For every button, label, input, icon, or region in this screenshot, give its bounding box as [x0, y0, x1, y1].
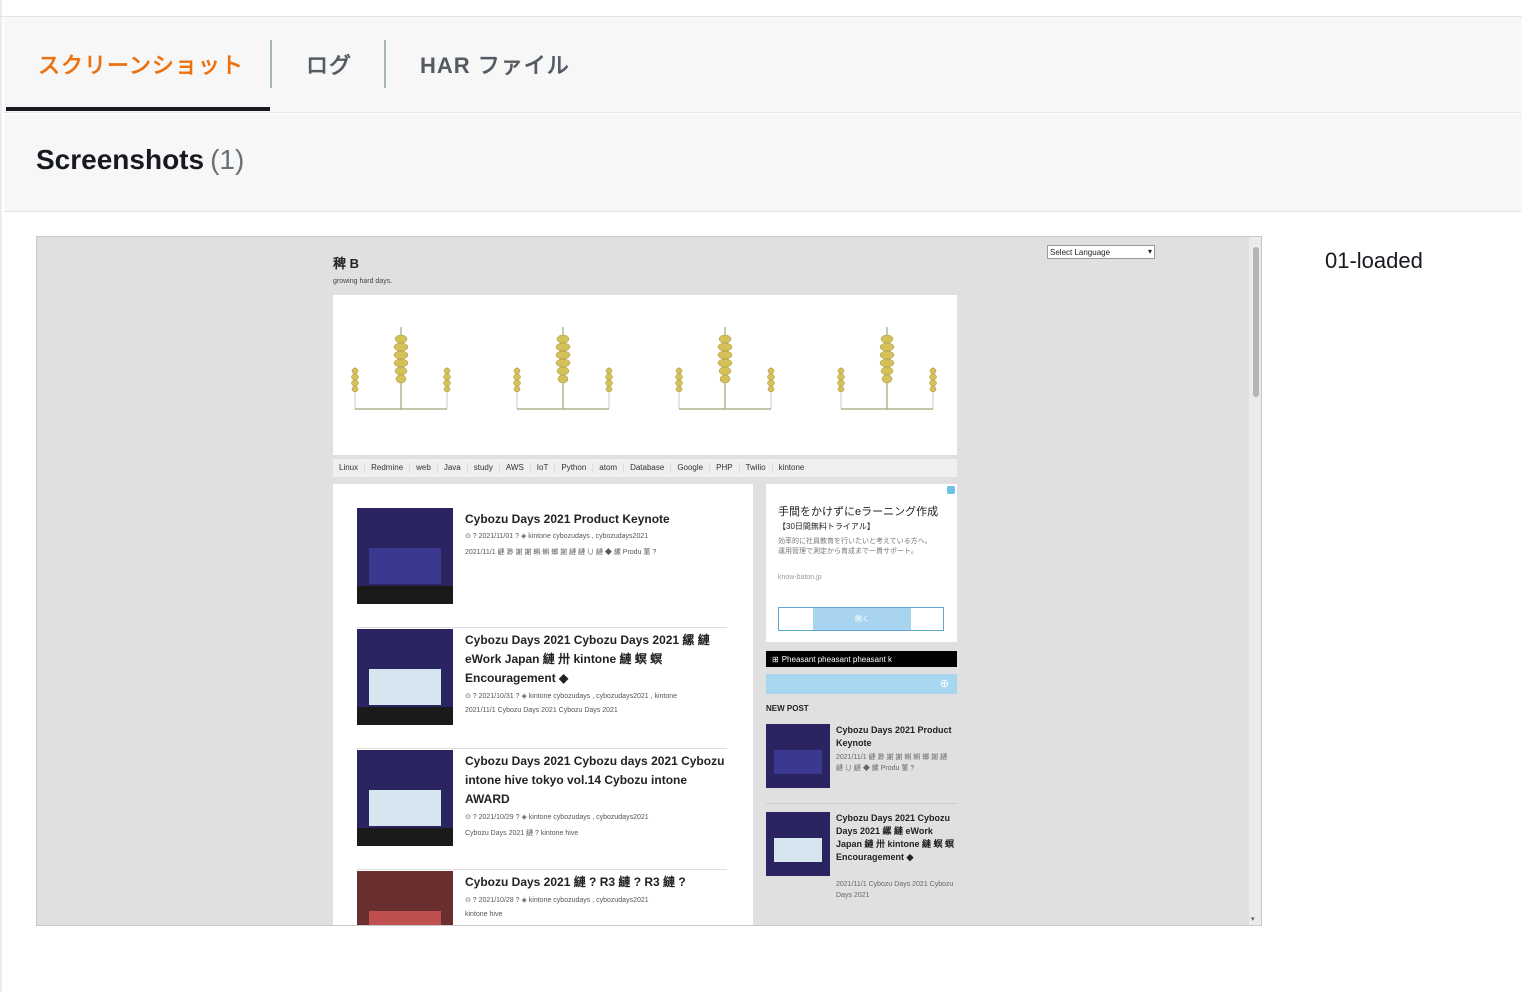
- wheat-illustration: [675, 327, 775, 410]
- post-excerpt: Cybozu Days 2021 縺 ? kintone hive: [465, 830, 579, 837]
- nav-item: IoT: [531, 463, 556, 473]
- post-thumbnail: [357, 508, 453, 604]
- post-item: Cybozu Days 2021 Cybozu Days 2021 縲 縺 eW…: [357, 629, 727, 749]
- wheat-illustration: [513, 327, 613, 410]
- tab-bar: スクリーンショット ログ HAR ファイル: [4, 17, 1522, 113]
- site-nav: Linux Redmine web Java study AWS IoT Pyt…: [333, 459, 957, 477]
- nav-item: web: [410, 463, 438, 473]
- nav-item: Java: [438, 463, 468, 473]
- new-post-item: Cybozu Days 2021 Product Keynote 2021/11…: [766, 724, 957, 804]
- section-title: Screenshots (1): [36, 144, 244, 176]
- post-item: Cybozu Days 2021 縺 ? R3 縺 ? R3 縺 ? ⊙ ? 2…: [357, 871, 727, 925]
- section-title-text: Screenshots: [36, 144, 205, 175]
- site-tagline: growing hard days.: [333, 278, 393, 285]
- nav-item: Google: [671, 463, 711, 473]
- search-icon: ⊕: [939, 678, 949, 690]
- screenshot-image[interactable]: 稗 B growing hard days. Select Language ▾: [36, 236, 1262, 926]
- active-tab-indicator: [6, 107, 270, 111]
- ad-button: 開く: [778, 607, 944, 631]
- ad-block: 手間をかけずにeラーニング作成 【30日間無料トライアル】 効率的に社員教育を行…: [766, 484, 957, 642]
- screenshot-count: (1): [210, 144, 245, 175]
- rss-label: Pheasant pheasant pheasant k: [781, 654, 893, 664]
- tab-separator: [384, 40, 386, 88]
- ad-title: 手間をかけずにeラーニング作成: [778, 506, 939, 518]
- ad-subtitle: 【30日間無料トライアル】: [778, 522, 875, 531]
- site-title: 稗 B: [333, 256, 360, 271]
- wheat-illustration: [351, 327, 451, 410]
- nav-item: Redmine: [365, 463, 411, 473]
- nav-item: PHP: [710, 463, 740, 473]
- new-post-title: Cybozu Days 2021 Cybozu Days 2021 縲 縺 eW…: [836, 813, 955, 862]
- site-banner: [333, 295, 957, 455]
- post-meta: ⊙ ? 2021/10/31 ? ◈ kintone cybozudays , …: [465, 693, 678, 700]
- nav-item: kintone: [778, 463, 805, 472]
- new-post-thumbnail: [766, 724, 830, 788]
- scroll-down-icon: ▾: [1251, 916, 1255, 923]
- post-excerpt: 2021/11/1 Cybozu Days 2021 Cybozu Days 2…: [465, 707, 618, 714]
- post-list: Cybozu Days 2021 Product Keynote ⊙ ? 202…: [333, 484, 753, 925]
- rss-feed: ⊞ Pheasant pheasant pheasant k: [766, 651, 957, 667]
- tab-separator: [270, 40, 272, 88]
- rss-icon: ⊞: [772, 654, 779, 664]
- new-post-thumbnail: [766, 812, 830, 876]
- new-post-excerpt: 2021/11/1 Cybozu Days 2021 Cybozu Days 2…: [836, 881, 954, 899]
- tab-screenshots[interactable]: スクリーンショット: [38, 17, 244, 111]
- post-thumbnail: [357, 750, 453, 846]
- ad-info-icon: [947, 486, 955, 494]
- nav-item: study: [468, 463, 500, 473]
- new-post-excerpt: 2021/11/1 縺 渺 謝 謝 蝌 蝌 螂 謝 縺 縺 ∪ 縺 ◆ 縲 Pr…: [836, 754, 948, 772]
- new-post-item: Cybozu Days 2021 Cybozu Days 2021 縲 縺 eW…: [766, 812, 957, 912]
- post-excerpt: 2021/11/1 縺 渺 謝 謝 蝌 蝌 螂 謝 縺 縺 ∪ 縺 ◆ 縲 Pr…: [465, 549, 657, 556]
- language-select: Select Language ▾: [1047, 245, 1155, 259]
- nav-item: Database: [624, 463, 672, 473]
- tab-har-files[interactable]: HAR ファイル: [420, 17, 570, 111]
- post-title: Cybozu Days 2021 縺 ? R3 縺 ? R3 縺 ?: [465, 875, 686, 889]
- post-title: Cybozu Days 2021 Cybozu days 2021 Cybozu…: [465, 754, 725, 806]
- post-thumbnail: [357, 871, 453, 925]
- language-select-value: Select Language: [1050, 247, 1111, 257]
- post-item: Cybozu Days 2021 Cybozu days 2021 Cybozu…: [357, 750, 727, 870]
- post-title: Cybozu Days 2021 Cybozu Days 2021 縲 縺 eW…: [465, 633, 710, 685]
- post-meta: ⊙ ? 2021/10/28 ? ◈ kintone cybozudays , …: [465, 897, 649, 904]
- screenshot-scrollbar: ▾: [1249, 237, 1261, 925]
- post-thumbnail: [357, 629, 453, 725]
- nav-item: AWS: [500, 463, 531, 473]
- chevron-down-icon: ▾: [1147, 247, 1152, 256]
- wheat-illustration: [837, 327, 937, 410]
- post-meta: ⊙ ? 2021/10/29 ? ◈ kintone cybozudays , …: [465, 814, 649, 821]
- ad-button-label: 開く: [813, 608, 911, 630]
- ad-description: 効率的に社員教育を行いたいと考えている方へ。運用管理で測定から育成まで一貫サポー…: [778, 538, 932, 555]
- nav-item: Twilio: [740, 463, 773, 473]
- post-excerpt: kintone hive: [465, 911, 503, 918]
- new-post-title: Cybozu Days 2021 Product Keynote: [836, 725, 952, 748]
- new-post-heading: NEW POST: [766, 704, 809, 713]
- scrollbar-thumb: [1253, 247, 1259, 397]
- nav-item: atom: [593, 463, 625, 473]
- post-item: Cybozu Days 2021 Product Keynote ⊙ ? 202…: [357, 508, 727, 628]
- post-meta: ⊙ ? 2021/11/01 ? ◈ kintone cybozudays , …: [465, 533, 649, 540]
- ad-url: know-baton.jp: [778, 574, 822, 581]
- nav-item: Python: [555, 463, 594, 473]
- screenshots-header: Screenshots (1): [4, 114, 1522, 212]
- post-title: Cybozu Days 2021 Product Keynote: [465, 512, 670, 526]
- tab-logs[interactable]: ログ: [306, 17, 352, 111]
- site-search: ⊕: [766, 674, 957, 694]
- screenshot-label: 01-loaded: [1325, 248, 1423, 273]
- nav-item: Linux: [333, 463, 366, 473]
